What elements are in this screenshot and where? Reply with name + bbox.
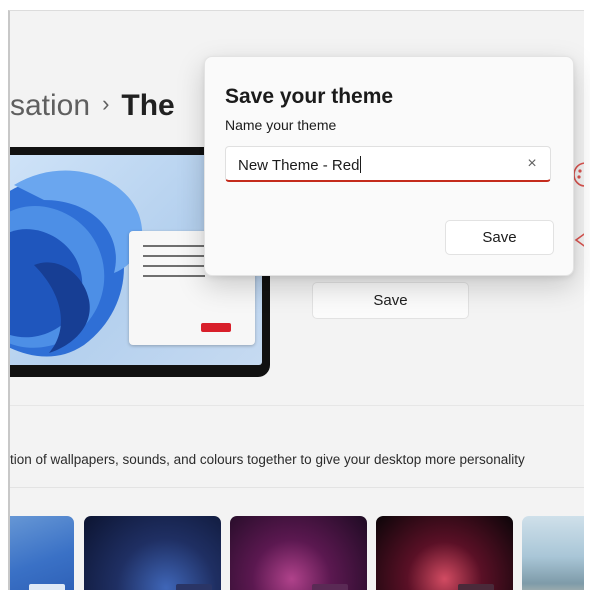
text-caret (360, 156, 362, 173)
themes-description: tion of wallpapers, sounds, and colours … (10, 452, 525, 467)
section-divider (10, 487, 584, 488)
theme-name-label: Name your theme (225, 117, 337, 133)
page-title: The (121, 89, 175, 122)
preview-accent-button (201, 323, 231, 332)
dialog-title: Save your theme (225, 85, 394, 108)
breadcrumb: sation › The (10, 89, 175, 123)
theme-name-value[interactable]: New Theme - Red (238, 156, 362, 174)
breadcrumb-separator: › (102, 91, 110, 116)
speaker-icon[interactable] (573, 229, 584, 251)
section-divider (10, 405, 584, 406)
theme-thumbnail[interactable] (522, 516, 584, 590)
thumbnail-window (312, 584, 348, 590)
theme-thumbnail[interactable] (230, 516, 367, 590)
save-theme-dialog: Save your theme Name your theme New Them… (204, 56, 574, 276)
preview-line (143, 265, 205, 267)
thumbnail-window (458, 584, 494, 590)
breadcrumb-parent[interactable]: sation (10, 89, 90, 122)
preview-line (143, 275, 205, 277)
theme-thumbnail[interactable] (84, 516, 221, 590)
theme-thumbnail[interactable] (10, 516, 74, 590)
theme-thumbnail[interactable] (376, 516, 513, 590)
thumbnail-window (176, 584, 212, 590)
preview-line (143, 255, 205, 257)
dialog-save-button[interactable]: Save (445, 220, 554, 255)
thumbnail-window (29, 584, 65, 590)
save-theme-button[interactable]: Save (312, 282, 469, 319)
close-icon[interactable]: × (522, 154, 542, 174)
palette-icon[interactable] (573, 161, 584, 189)
theme-name-input[interactable]: New Theme - Red × (225, 146, 551, 182)
preview-line (143, 245, 205, 247)
